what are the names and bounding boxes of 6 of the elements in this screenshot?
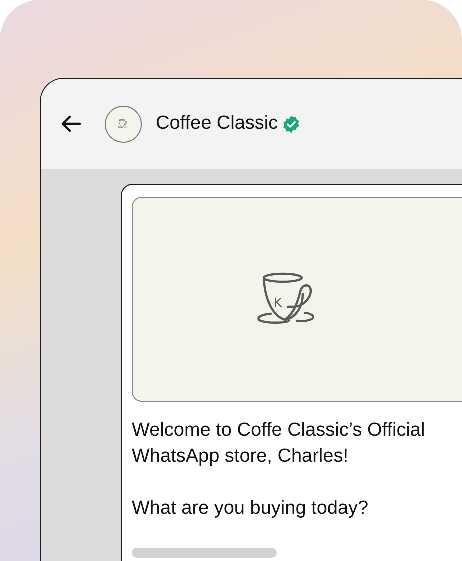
chat-title: Coffee Classic	[156, 112, 278, 136]
logo-letter: K	[274, 296, 282, 310]
welcome-text: Welcome to Coffe Classic’s Official WhatsApp store, Charles!	[132, 419, 426, 469]
cup-icon	[116, 119, 130, 129]
avatar[interactable]	[105, 106, 142, 142]
question-text: What are you buying today?	[132, 497, 370, 521]
